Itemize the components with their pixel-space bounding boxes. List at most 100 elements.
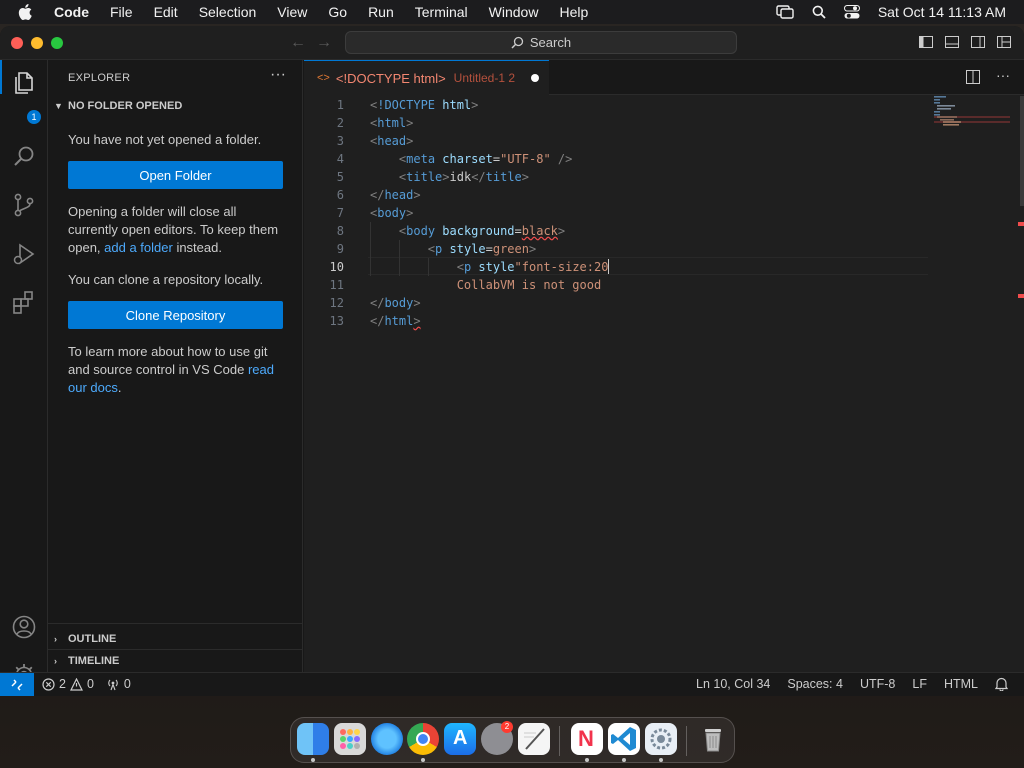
line-text-3: <head> <box>370 134 414 148</box>
zoom-window-button[interactable] <box>51 37 63 49</box>
error-marker <box>1018 222 1024 226</box>
active-view-indicator <box>0 60 2 94</box>
notifications-bell-icon[interactable] <box>995 677 1008 691</box>
timeline-title: TIMELINE <box>68 655 120 667</box>
menu-run[interactable]: Run <box>368 4 394 20</box>
system-preferences-icon[interactable] <box>645 723 677 755</box>
ports-count: 0 <box>123 677 131 691</box>
command-center-search[interactable]: Search <box>345 31 737 54</box>
textedit-icon[interactable] <box>518 723 550 755</box>
toggle-primary-sidebar-icon[interactable] <box>918 34 934 50</box>
search-view-icon[interactable] <box>11 144 37 170</box>
code-line: 6 </head> <box>304 186 944 204</box>
menu-help[interactable]: Help <box>559 4 588 20</box>
dock-separator <box>686 726 687 756</box>
more-actions-icon[interactable]: ··· <box>270 66 286 84</box>
running-indicator <box>622 758 626 762</box>
code-line: 9 <p style=green> <box>304 240 944 258</box>
line-text-11: CollabVM is not good <box>456 278 602 292</box>
no-folder-section-header[interactable]: ▼ NO FOLDER OPENED <box>54 100 182 112</box>
git-text: To learn more about how to use git and s… <box>68 344 268 377</box>
source-control-icon[interactable] <box>11 192 37 218</box>
clone-message: You can clone a repository locally. <box>68 272 264 287</box>
spotlight-search-icon[interactable] <box>812 5 826 19</box>
cursor-position[interactable]: Ln 10, Col 34 <box>696 677 770 691</box>
timeline-section-header[interactable]: › TIMELINE <box>54 655 119 667</box>
extensions-icon[interactable] <box>11 289 37 315</box>
encoding[interactable]: UTF-8 <box>860 677 895 691</box>
split-editor-icon[interactable] <box>966 70 980 84</box>
vscode-window: ← → Search 1 EXPLORER ··· ▼ NO FOLDER OP… <box>0 26 1024 696</box>
outline-title: OUTLINE <box>68 633 117 645</box>
minimize-window-button[interactable] <box>31 37 43 49</box>
line-number: 7 <box>336 206 344 220</box>
vscode-icon[interactable] <box>608 723 640 755</box>
macos-menubar: Code File Edit Selection View Go Run Ter… <box>0 0 1024 24</box>
tab-untitled-1[interactable]: <> <!DOCTYPE html> Untitled-1 2 <box>304 60 549 95</box>
html-file-icon: <> <box>317 72 330 84</box>
add-folder-link[interactable]: add a folder <box>104 240 173 255</box>
code-line: 12 </body> <box>304 294 944 312</box>
toggle-secondary-sidebar-icon[interactable] <box>970 34 986 50</box>
back-arrow-icon[interactable]: ← <box>290 34 306 52</box>
end-of-line[interactable]: LF <box>912 677 927 691</box>
toggle-panel-icon[interactable] <box>944 34 960 50</box>
minimap[interactable] <box>934 96 1010 136</box>
editor-more-actions-icon[interactable]: ··· <box>996 68 1010 84</box>
app-store-icon[interactable]: A <box>444 723 476 755</box>
chevron-right-icon: › <box>54 634 57 644</box>
menu-window[interactable]: Window <box>489 4 539 20</box>
code-editor[interactable]: 1 <!DOCTYPE html> 2 <html> 3 <head> 4 <m… <box>304 96 1024 672</box>
news-n-icon: N <box>578 726 594 751</box>
settings-badge: 2 <box>501 721 513 733</box>
app-store-a-icon: A <box>453 727 468 749</box>
control-center-icon[interactable] <box>843 5 860 19</box>
safari-icon[interactable] <box>371 723 403 755</box>
finder-icon[interactable] <box>297 723 329 755</box>
menu-edit[interactable]: Edit <box>154 4 178 20</box>
line-number: 5 <box>336 170 344 184</box>
menu-go[interactable]: Go <box>328 4 347 20</box>
line-text-1: <!DOCTYPE html> <box>370 98 479 112</box>
apple-logo-icon[interactable] <box>18 3 34 21</box>
line-text-2: <html> <box>370 116 414 130</box>
menubar-datetime[interactable]: Sat Oct 14 11:13 AM <box>878 4 1006 20</box>
explorer-header: EXPLORER <box>68 72 131 84</box>
tab-bar: <> <!DOCTYPE html> Untitled-1 2 ··· <box>304 60 1024 95</box>
activity-bar: 1 <box>0 60 48 686</box>
menu-terminal[interactable]: Terminal <box>415 4 468 20</box>
launchpad-icon[interactable] <box>334 723 366 755</box>
open-folder-button[interactable]: Open Folder <box>68 161 283 189</box>
opening-folder-message: Opening a folder will close all currentl… <box>68 203 288 257</box>
scroll-thumb[interactable] <box>1020 96 1024 206</box>
clone-repository-button[interactable]: Clone Repository <box>68 301 283 329</box>
trash-icon[interactable] <box>697 723 729 755</box>
menu-selection[interactable]: Selection <box>199 4 257 20</box>
line-number-active: 10 <box>329 260 344 274</box>
accounts-icon[interactable] <box>11 614 37 640</box>
line-text-10: <p style"font-size:20 <box>456 259 610 274</box>
problems-button[interactable]: 2 0 <box>42 677 94 691</box>
news-icon[interactable]: N <box>571 723 603 755</box>
line-text-5: <title>idk</title> <box>398 170 529 184</box>
menu-app-name[interactable]: Code <box>54 4 89 20</box>
remote-indicator-button[interactable] <box>0 673 34 696</box>
language-mode[interactable]: HTML <box>944 677 978 691</box>
close-window-button[interactable] <box>11 37 23 49</box>
explorer-files-icon[interactable] <box>11 70 37 96</box>
forward-arrow-icon[interactable]: → <box>316 34 332 52</box>
chrome-icon[interactable] <box>407 723 439 755</box>
screen-mirroring-icon[interactable] <box>776 5 794 19</box>
editor-scrollbar[interactable] <box>1010 96 1024 672</box>
run-debug-icon[interactable] <box>11 241 37 267</box>
menu-file[interactable]: File <box>110 4 133 20</box>
running-indicator <box>659 758 663 762</box>
indentation[interactable]: Spaces: 4 <box>787 677 843 691</box>
unsaved-dot-icon[interactable] <box>531 74 540 82</box>
outline-section-header[interactable]: › OUTLINE <box>54 633 116 645</box>
running-indicator <box>421 758 425 762</box>
customize-layout-icon[interactable] <box>996 34 1012 50</box>
line-number: 11 <box>329 278 344 292</box>
ports-button[interactable]: 0 <box>106 677 131 691</box>
menu-view[interactable]: View <box>277 4 307 20</box>
